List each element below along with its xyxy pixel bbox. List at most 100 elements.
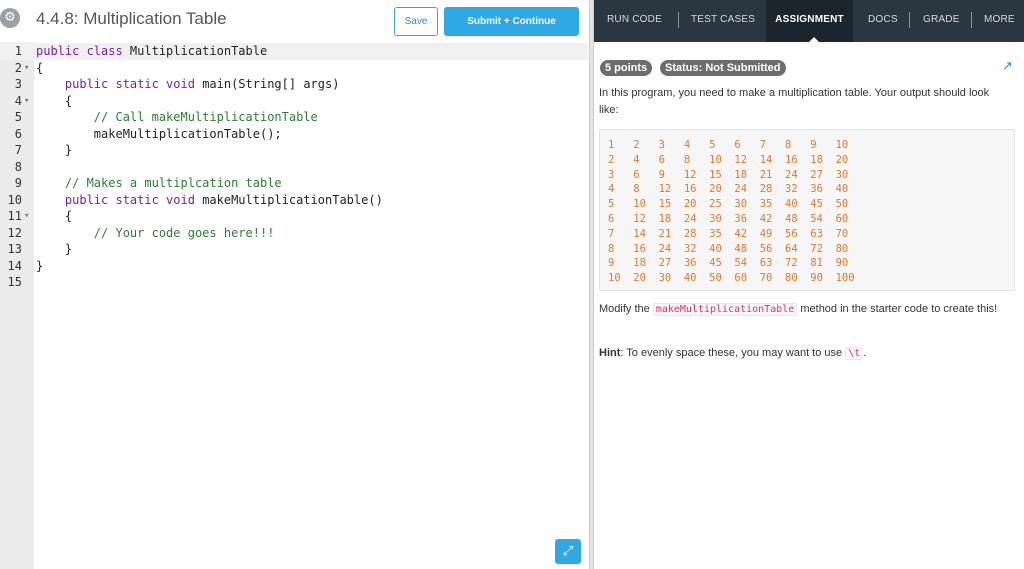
fold-toggle-icon[interactable]: ▾ (24, 208, 29, 225)
hint-end: . (863, 347, 867, 359)
code-token: { (36, 93, 73, 108)
assignment-panel: 5 points Status: Not Submitted ↗ In this… (594, 42, 1024, 569)
code-comment: // Makes a multiplcation table (64, 176, 282, 190)
points-badge: 5 points (600, 60, 653, 76)
output-line: 10 20 30 40 50 60 70 80 90 100 (608, 272, 855, 285)
expected-output: 1 2 3 4 5 6 7 8 9 10 2 4 6 8 10 12 14 16 … (599, 129, 1015, 291)
output-line: 3 6 9 12 15 18 21 24 27 30 (608, 168, 849, 181)
line-number: 10 (7, 192, 22, 207)
output-line: 5 10 15 20 25 30 35 40 45 50 (608, 198, 849, 211)
save-button[interactable]: Save (394, 7, 438, 36)
code-line[interactable]: 10 public static void makeMultiplication… (0, 192, 588, 209)
code-text: // Your code goes here!!! (36, 225, 275, 242)
code-line[interactable]: 15 (0, 274, 588, 291)
code-line[interactable]: 8 (0, 159, 588, 176)
output-line: 4 8 12 16 20 24 28 32 36 40 (608, 183, 849, 196)
code-text: // Makes a multiplcation table (36, 175, 282, 192)
editor-header: ⚙ 4.4.8: Multiplication Table Save Submi… (0, 0, 590, 42)
code-text: public static void main(String[] args) (36, 76, 340, 93)
status-badge: Status: Not Submitted (660, 60, 786, 76)
tab-docs[interactable]: DOCS (868, 0, 898, 42)
code-text: } (36, 241, 72, 258)
line-number: 8 (14, 159, 22, 174)
tab-separator (909, 12, 910, 28)
tab-run-code[interactable]: RUN CODE (607, 0, 662, 42)
code-line[interactable]: 5 // Call makeMultiplicationTable (0, 109, 588, 126)
code-comment: // Your code goes here!!! (93, 225, 275, 240)
line-number: 5 (14, 110, 22, 124)
expand-icon[interactable]: ⤢ (555, 539, 581, 564)
code-line[interactable]: 12 // Your code goes here!!! (0, 225, 588, 242)
fold-toggle-icon[interactable]: ▾ (24, 60, 29, 77)
external-link-icon[interactable]: ↗ (1002, 59, 1013, 74)
code-text: } (36, 142, 72, 159)
code-line[interactable]: 1 public class MultiplicationTable (0, 43, 588, 60)
code-text: } (36, 258, 43, 275)
tab-separator (678, 12, 679, 28)
output-line: 7 14 21 28 35 42 49 56 63 70 (608, 227, 849, 240)
tab-more[interactable]: MORE (984, 0, 1015, 42)
line-number: 12 (7, 225, 22, 240)
code-line[interactable]: 3 public static void main(String[] args) (0, 76, 588, 93)
hint: Hint: To evenly space these, you may wan… (599, 345, 1009, 362)
code-keyword: public class (36, 44, 130, 58)
code-line[interactable]: 11 ▾ { (0, 208, 588, 225)
hint-text: : To evenly space these, you may want to… (620, 347, 846, 359)
code-text: // Call makeMultiplicationTable (36, 109, 318, 126)
code-token: main(String[] args) (202, 77, 340, 91)
code-line[interactable]: 2 ▾ { (0, 60, 588, 77)
code-line[interactable]: 13 } (0, 241, 588, 258)
gear-icon[interactable]: ⚙ (0, 8, 20, 28)
code-token: MultiplicationTable (129, 44, 268, 58)
code-line[interactable]: 4 ▾ { (0, 93, 588, 110)
line-number: 11 (7, 209, 22, 223)
tab-escape-code: \t (845, 347, 864, 360)
code-line[interactable]: 6 makeMultiplicationTable(); (0, 126, 588, 143)
line-number: 14 (7, 258, 22, 273)
output-line: 2 4 6 8 10 12 14 16 18 20 (608, 153, 849, 166)
output-line: 8 16 24 32 40 48 56 64 72 80 (608, 242, 849, 255)
code-keyword: public static void (64, 77, 203, 91)
assignment-intro: In this program, you need to make a mult… (599, 87, 990, 116)
line-number: 6 (14, 126, 22, 141)
code-token: } (36, 143, 73, 157)
right-panel-tabs: RUN CODE TEST CASES ASSIGNMENT DOCS GRAD… (594, 0, 1024, 42)
line-number: 7 (14, 143, 22, 157)
code-token: makeMultiplicationTable(); (36, 126, 282, 141)
code-editor[interactable]: 1 public class MultiplicationTable 2 ▾{3 pu… (0, 42, 588, 569)
code-line[interactable]: 14} (0, 258, 588, 275)
line-number: 4 (14, 93, 22, 108)
code-token: { (36, 60, 44, 75)
line-number: 13 (7, 242, 22, 256)
code-line[interactable]: 9 // Makes a multiplcation table (0, 175, 588, 192)
line-number: 2 (14, 60, 22, 75)
instruction-text: Modify the (599, 303, 653, 315)
submit-continue-button[interactable]: Submit + Continue (444, 7, 579, 36)
instruction-text: method in the starter code to create thi… (797, 303, 998, 315)
code-text: { (36, 60, 43, 77)
tab-assignment[interactable]: ASSIGNMENT (766, 0, 853, 42)
code-text: { (36, 208, 72, 225)
output-line: 9 18 27 36 45 54 63 72 81 90 (608, 257, 849, 270)
code-token: } (36, 242, 73, 256)
tab-test-cases[interactable]: TEST CASES (691, 0, 755, 42)
assignment-instruction: Modify the makeMultiplicationTable metho… (599, 301, 1009, 318)
line-number: 3 (14, 77, 22, 91)
code-line[interactable]: 7 } (0, 142, 588, 159)
code-keyword: public static void (64, 192, 203, 207)
method-name-code: makeMultiplicationTable (652, 303, 798, 316)
code-token: { (36, 209, 73, 223)
code-token: makeMultiplicationTable() (202, 192, 383, 207)
code-text: { (36, 93, 72, 110)
fold-toggle-icon[interactable]: ▾ (24, 93, 29, 110)
output-line: 1 2 3 4 5 6 7 8 9 10 (608, 139, 849, 151)
line-number: 1 (14, 44, 22, 58)
hint-label: Hint (599, 347, 621, 359)
code-comment: // Call makeMultiplicationTable (93, 110, 318, 124)
output-line: 6 12 18 24 30 36 42 48 54 60 (608, 213, 849, 225)
tab-grade[interactable]: GRADE (923, 0, 960, 42)
